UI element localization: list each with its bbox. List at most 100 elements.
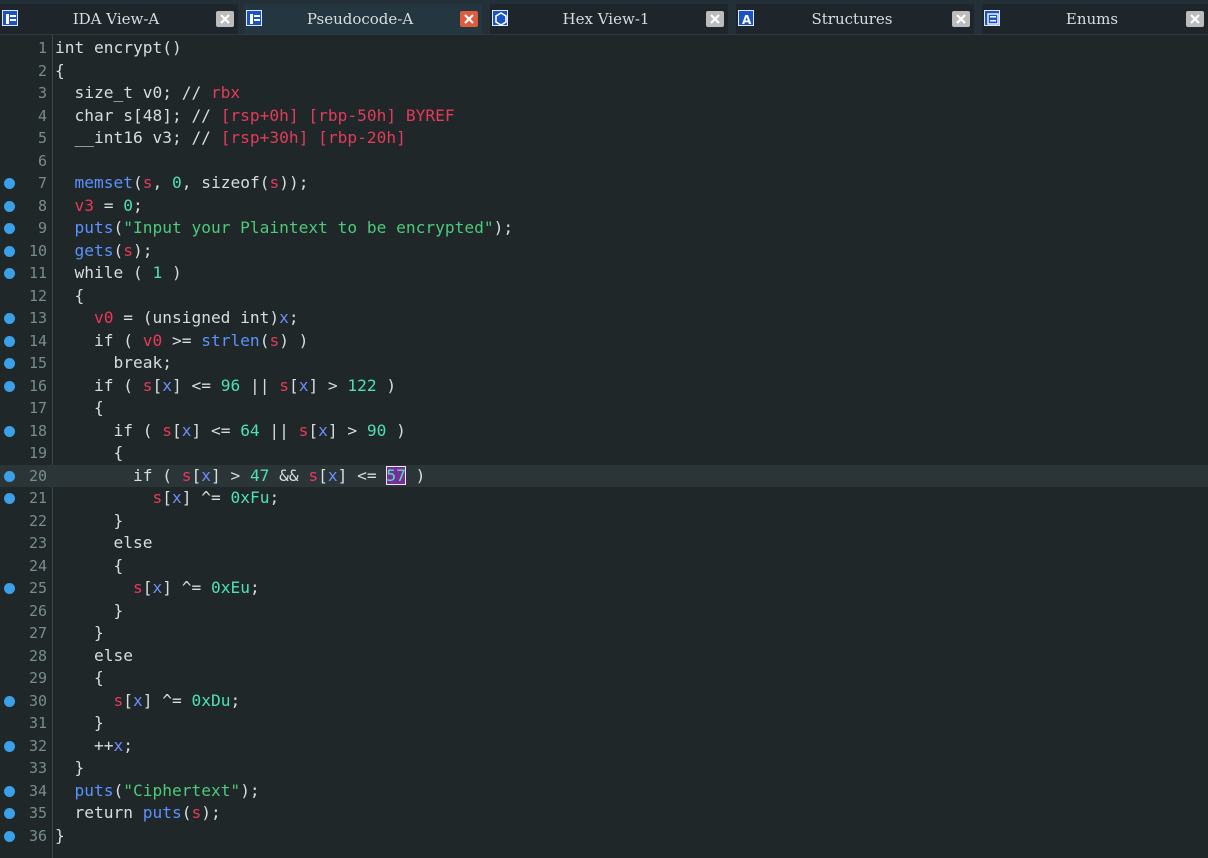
breakpoint-dot-icon[interactable] (4, 335, 15, 347)
code-text[interactable]: } (55, 600, 123, 622)
code-token[interactable]: break; (55, 353, 171, 372)
close-icon[interactable] (1186, 11, 1204, 27)
code-text[interactable]: return puts(s); (55, 802, 220, 824)
code-token[interactable]: if ( (55, 331, 143, 350)
code-text[interactable]: { (55, 442, 123, 464)
code-token[interactable]: ) (377, 376, 396, 395)
code-token[interactable]: while ( (55, 263, 152, 282)
code-token[interactable]: ) (162, 263, 182, 282)
code-text[interactable]: else (55, 532, 152, 554)
code-text[interactable]: int encrypt() (55, 37, 182, 59)
code-token[interactable]: ] > (211, 466, 250, 485)
code-token[interactable] (55, 781, 75, 800)
code-token[interactable]: , sizeof( (182, 173, 270, 192)
code-token[interactable]: s (113, 691, 123, 710)
code-token[interactable]: || (260, 421, 299, 440)
code-token[interactable]: gets (75, 241, 114, 260)
code-token[interactable]: ) ) (279, 331, 308, 350)
code-token[interactable]: else (55, 646, 133, 665)
code-token[interactable]: x (162, 376, 172, 395)
code-token[interactable]: ; (289, 308, 299, 327)
close-icon[interactable] (216, 11, 234, 27)
code-line[interactable]: 28 else (0, 645, 1208, 667)
breakpoint-dot-icon[interactable] (4, 470, 15, 482)
code-text[interactable]: s[x] ^= 0xEu; (55, 577, 260, 599)
code-token[interactable]: char s[48]; // (55, 106, 221, 125)
code-token[interactable]: size_t v0; // (55, 83, 211, 102)
code-token[interactable]: ); (240, 781, 260, 800)
code-text[interactable]: size_t v0; // rbx (55, 82, 240, 104)
code-line[interactable]: 1 int encrypt() (0, 37, 1208, 59)
code-text[interactable]: if ( v0 >= strlen(s) ) (55, 330, 308, 352)
code-token[interactable]: [ (152, 376, 162, 395)
code-token[interactable]: x (279, 308, 289, 327)
code-token[interactable]: [ (308, 421, 318, 440)
code-text[interactable]: if ( s[x] > 47 && s[x] <= 57 ) (55, 465, 425, 487)
code-token[interactable]: x (318, 421, 328, 440)
code-token[interactable]: } (55, 623, 104, 642)
breakpoint-dot-icon[interactable] (4, 695, 15, 707)
code-token[interactable]: ( (133, 173, 143, 192)
close-icon[interactable] (706, 11, 724, 27)
breakpoint-dot-icon[interactable] (4, 268, 15, 279)
code-text[interactable]: while ( 1 ) (55, 262, 182, 284)
code-token[interactable]: x (172, 488, 182, 507)
code-text[interactable]: { (55, 555, 123, 577)
code-line[interactable]: 4 char s[48]; // [rsp+0h] [rbp-50h] BYRE… (0, 105, 1208, 127)
code-token[interactable]: ; (269, 488, 279, 507)
tab-enums[interactable]: Enums (982, 4, 1208, 34)
code-token[interactable] (55, 308, 94, 327)
code-token[interactable]: { (55, 61, 65, 80)
code-line[interactable]: 20 if ( s[x] > 47 && s[x] <= 57 ) (0, 464, 1208, 487)
code-token[interactable]: >= (162, 331, 201, 350)
breakpoint-dot-icon[interactable] (4, 785, 15, 797)
code-token[interactable]: ); (494, 218, 514, 237)
code-line[interactable]: 14 if ( v0 >= strlen(s) ) (0, 330, 1208, 352)
code-token[interactable] (55, 196, 75, 215)
code-token[interactable]: x (328, 466, 338, 485)
code-line[interactable]: 9 puts("Input your Plaintext to be encry… (0, 217, 1208, 239)
code-line[interactable]: 21 s[x] ^= 0xFu; (0, 487, 1208, 509)
code-token[interactable]: ( (182, 803, 192, 822)
code-token[interactable]: else (55, 533, 152, 552)
code-token[interactable]: s (133, 578, 143, 597)
code-token[interactable]: s (191, 803, 201, 822)
code-token[interactable]: s (143, 376, 153, 395)
code-token[interactable]: s (152, 488, 162, 507)
code-token[interactable]: [ (123, 691, 133, 710)
code-token[interactable]: [rsp+30h] [rbp-20h] (221, 128, 406, 147)
code-line[interactable]: 35 return puts(s); (0, 802, 1208, 824)
code-text[interactable]: s[x] ^= 0xFu; (55, 487, 279, 509)
code-text[interactable]: { (55, 285, 84, 307)
code-token[interactable]: strlen (201, 331, 259, 350)
selected-token[interactable]: 57 (386, 465, 406, 485)
code-token[interactable]: && (269, 466, 308, 485)
code-token[interactable]: puts (143, 803, 182, 822)
code-line[interactable]: 11 while ( 1 ) (0, 262, 1208, 284)
code-line[interactable]: 3 size_t v0; // rbx (0, 82, 1208, 104)
code-token[interactable]: s (182, 466, 192, 485)
tab-ida-view-a[interactable]: IDA View-A (0, 4, 238, 34)
code-token[interactable]: = (unsigned int) (113, 308, 279, 327)
code-token[interactable]: s (269, 331, 279, 350)
code-line[interactable]: 29 { (0, 667, 1208, 689)
code-token[interactable]: [ (191, 466, 201, 485)
breakpoint-dot-icon[interactable] (4, 740, 15, 752)
code-token[interactable]: x (152, 578, 162, 597)
code-line[interactable]: 18 if ( s[x] <= 64 || s[x] > 90 ) (0, 420, 1208, 442)
pseudocode-view[interactable]: 1 int encrypt() 2{3 size_t v0; // rbx 4 cha… (0, 35, 1208, 858)
code-token[interactable]: 122 (347, 376, 376, 395)
tab-pseudocode-a[interactable]: Pseudocode-A (244, 4, 482, 34)
code-token[interactable]: { (55, 556, 123, 575)
breakpoint-dot-icon[interactable] (4, 178, 15, 189)
code-token[interactable]: { (55, 398, 104, 417)
code-text[interactable]: v0 = (unsigned int)x; (55, 307, 299, 329)
code-token[interactable]: { (55, 668, 104, 687)
code-line[interactable]: 5 __int16 v3; // [rsp+30h] [rbp-20h] (0, 127, 1208, 149)
code-line[interactable]: 30 s[x] ^= 0xDu; (0, 690, 1208, 712)
code-token[interactable]: ( (113, 781, 123, 800)
code-token[interactable]: } (55, 511, 123, 530)
code-token[interactable] (55, 241, 75, 260)
code-token[interactable]: ; (250, 578, 260, 597)
code-token[interactable]: [ (289, 376, 299, 395)
